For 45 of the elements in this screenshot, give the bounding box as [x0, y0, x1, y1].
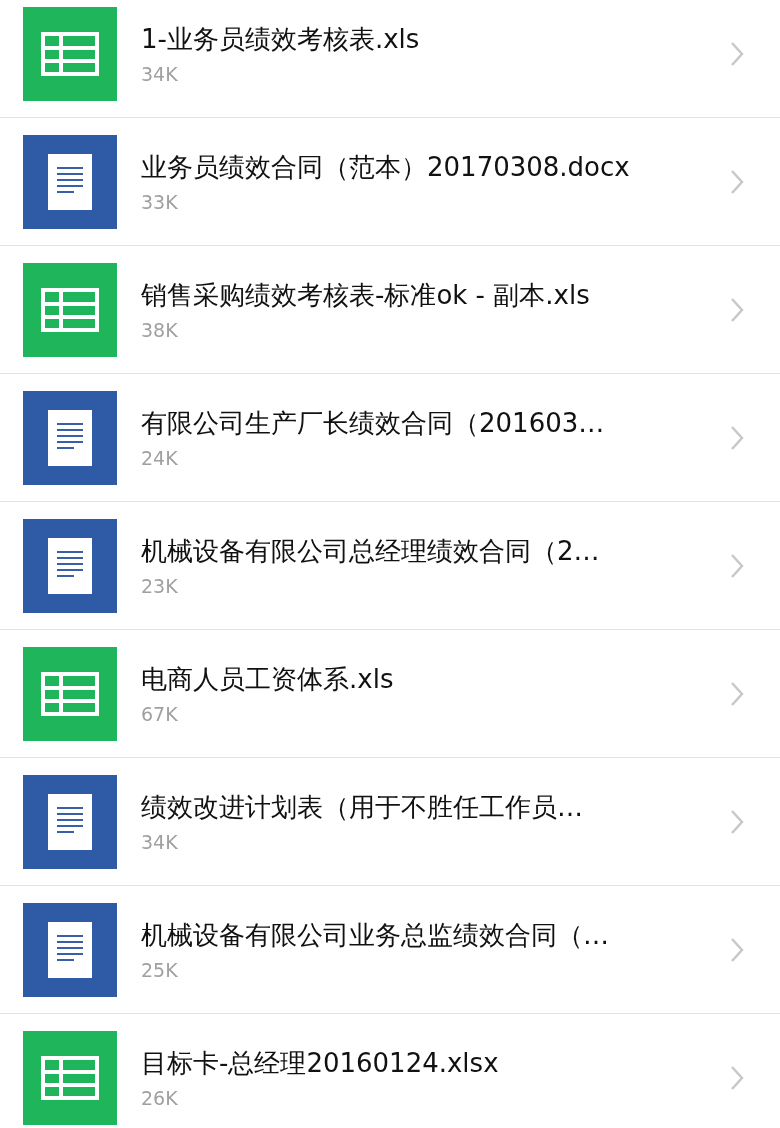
file-row[interactable]: 目标卡-总经理20160124.xlsx 26K [0, 1014, 780, 1128]
file-row[interactable]: 业务员绩效合同（范本）20170308.docx 33K [0, 118, 780, 246]
file-name: 机械设备有限公司业务总监绩效合同（… [141, 918, 610, 952]
file-size: 67K [141, 701, 179, 726]
chevron-right-icon [730, 936, 744, 963]
file-name: 绩效改进计划表（用于不胜任工作员… [141, 790, 584, 824]
document-icon [48, 153, 92, 210]
file-name: 机械设备有限公司总经理绩效合同（2… [141, 534, 601, 568]
document-icon [48, 537, 92, 594]
document-icon [48, 793, 92, 850]
chevron-right-icon [730, 296, 744, 323]
file-row[interactable]: 1-业务员绩效考核表.xls 34K [0, 0, 780, 118]
spreadsheet-icon [41, 1055, 99, 1100]
file-name: 业务员绩效合同（范本）20170308.docx [141, 150, 631, 184]
file-size: 23K [141, 573, 179, 598]
file-size: 25K [141, 957, 179, 982]
file-size: 38K [141, 317, 179, 342]
chevron-right-icon [730, 40, 744, 67]
file-name: 电商人员工资体系.xls [141, 662, 395, 696]
spreadsheet-icon [41, 287, 99, 332]
chevron-right-icon [730, 680, 744, 707]
file-row[interactable]: 电商人员工资体系.xls 67K [0, 630, 780, 758]
chevron-right-icon [730, 168, 744, 195]
file-size: 34K [141, 829, 179, 854]
spreadsheet-icon [41, 31, 99, 76]
spreadsheet-icon [41, 671, 99, 716]
chevron-right-icon [730, 424, 744, 451]
file-name: 1-业务员绩效考核表.xls [141, 22, 421, 56]
chevron-right-icon [730, 1064, 744, 1091]
document-icon [48, 409, 92, 466]
file-row[interactable]: 机械设备有限公司总经理绩效合同（2… 23K [0, 502, 780, 630]
chevron-right-icon [730, 808, 744, 835]
file-size: 26K [141, 1085, 179, 1110]
chevron-right-icon [730, 552, 744, 579]
file-size: 33K [141, 189, 179, 214]
file-row[interactable]: 销售采购绩效考核表-标准ok - 副本.xls 38K [0, 246, 780, 374]
file-row[interactable]: 有限公司生产厂长绩效合同（201603… 24K [0, 374, 780, 502]
file-size: 34K [141, 61, 179, 86]
document-icon [48, 921, 92, 978]
file-name: 有限公司生产厂长绩效合同（201603… [141, 406, 606, 440]
file-row[interactable]: 绩效改进计划表（用于不胜任工作员… 34K [0, 758, 780, 886]
file-row[interactable]: 机械设备有限公司业务总监绩效合同（… 25K [0, 886, 780, 1014]
file-name: 目标卡-总经理20160124.xlsx [141, 1046, 500, 1080]
file-name: 销售采购绩效考核表-标准ok - 副本.xls [141, 278, 591, 312]
file-size: 24K [141, 445, 179, 470]
